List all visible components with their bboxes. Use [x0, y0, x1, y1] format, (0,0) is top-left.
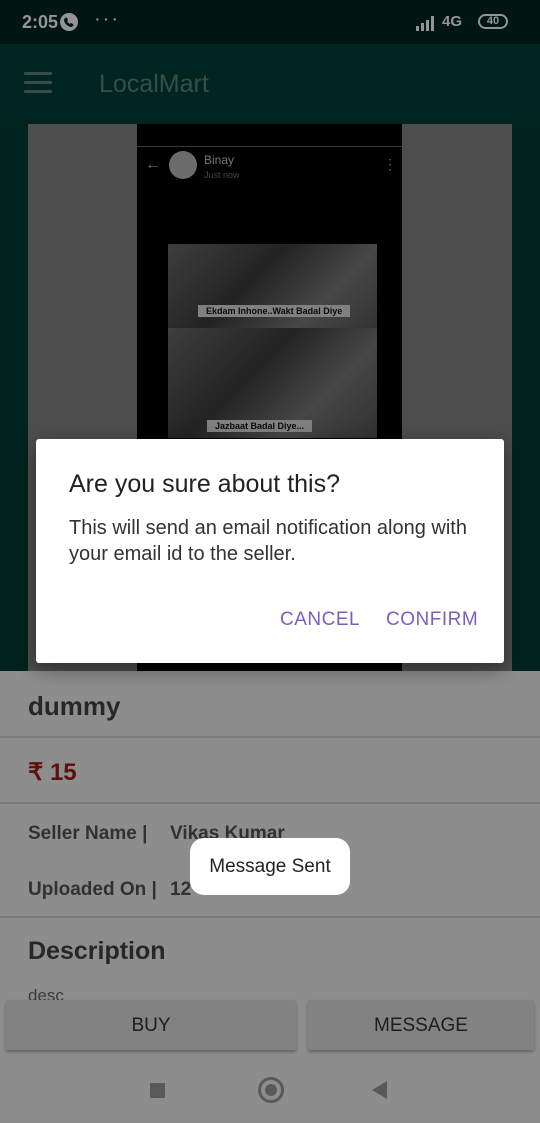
dialog-message: This will send an email notification alo…: [69, 517, 467, 565]
confirm-dialog: Are you sure about this? This will send …: [36, 439, 504, 663]
cancel-button[interactable]: CANCEL: [280, 609, 360, 631]
toast-message: Message Sent: [190, 838, 350, 895]
dialog-title: Are you sure about this?: [69, 470, 340, 498]
confirm-button[interactable]: CONFIRM: [386, 609, 478, 631]
